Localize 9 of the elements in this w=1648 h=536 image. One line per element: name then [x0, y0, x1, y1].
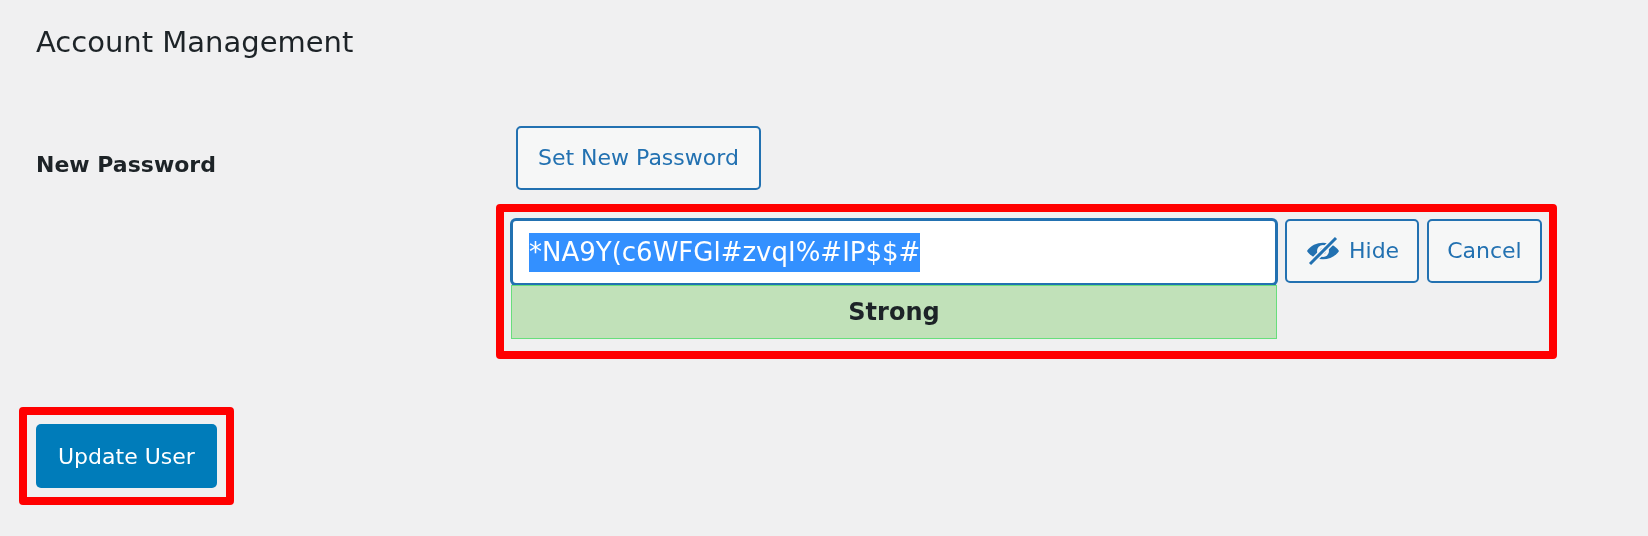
field-label: New Password: [36, 151, 217, 179]
set-password-button[interactable]: Set New Password: [516, 126, 761, 190]
cancel-button[interactable]: Cancel: [1427, 219, 1542, 283]
eye-slash-icon: [1305, 236, 1341, 266]
hide-button[interactable]: Hide: [1285, 219, 1420, 283]
update-user-button[interactable]: Update User: [36, 424, 217, 488]
password-field[interactable]: *NA9Y(c6WFGl#zvqI%#IP$$#: [511, 219, 1277, 285]
strength-meter: Strong: [511, 285, 1277, 339]
section-heading: Account Management: [36, 24, 355, 61]
